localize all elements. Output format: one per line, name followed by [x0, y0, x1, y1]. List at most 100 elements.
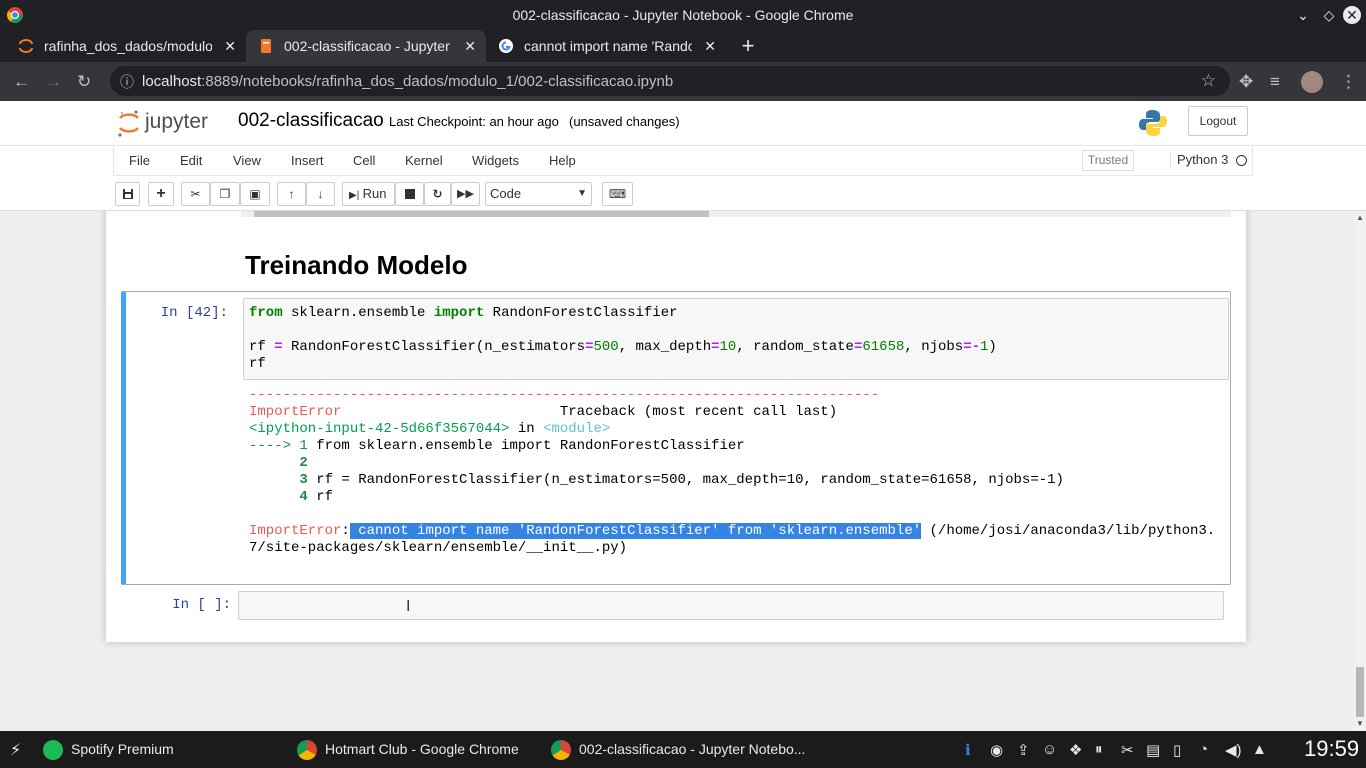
new-tab-button[interactable]: + — [736, 30, 760, 62]
code-input-area[interactable]: I — [238, 591, 1224, 620]
tab-002-classificacao[interactable]: 002-classificacao - Jupyter No ✕ — [246, 30, 486, 62]
copy-icon: ❐ — [219, 187, 231, 201]
jupyter-logo[interactable]: jupyter — [117, 107, 227, 139]
scrollbar-thumb[interactable] — [254, 211, 709, 217]
trusted-indicator[interactable]: Trusted — [1082, 150, 1134, 171]
error-message-line-2: 7/site-packages/sklearn/ensemble/__init_… — [249, 540, 628, 556]
back-icon[interactable]: ← — [13, 72, 30, 92]
logout-button[interactable]: Logout — [1188, 106, 1248, 136]
taskbar-item-jupyter[interactable]: 002-classificacao - Jupyter Notebo... — [551, 731, 806, 768]
clock[interactable]: 19:59 — [1304, 736, 1359, 762]
menu-edit[interactable]: Edit — [180, 153, 202, 168]
paste-button[interactable]: ▣ — [240, 182, 270, 206]
cell-type-select[interactable]: Code ▼ — [485, 182, 592, 206]
chrome-menu-icon[interactable]: ⋮ — [1340, 72, 1357, 92]
code-cell-empty[interactable]: In [ ]: I — [126, 587, 1236, 627]
pause-tray-icon[interactable]: ⏸ — [1095, 741, 1103, 758]
traceback-header: ImportError Traceback (most recent call … — [249, 404, 838, 420]
plus-icon: + — [156, 185, 166, 202]
taskbar-item-hotmart[interactable]: Hotmart Club - Google Chrome — [297, 731, 537, 768]
jupyter-header: jupyter 002-classificacao Last Checkpoin… — [0, 101, 1366, 146]
code-input-area[interactable]: from sklearn.ensemble import RandonFores… — [243, 298, 1229, 380]
wifi-tray-icon[interactable]: ◔ — [1199, 741, 1208, 758]
move-up-button[interactable]: ↑ — [277, 182, 306, 206]
move-down-button[interactable]: ↓ — [306, 182, 335, 206]
selected-error-text[interactable]: cannot import name 'RandonForestClassifi… — [349, 523, 922, 539]
restart-button[interactable]: ↻ — [424, 182, 451, 206]
run-label: Run — [362, 186, 387, 201]
copy-button[interactable]: ❐ — [210, 182, 240, 206]
media-control-icon[interactable]: ≡ — [1270, 72, 1280, 92]
app-launcher-icon[interactable]: ⚡ — [10, 740, 21, 760]
update-tray-icon[interactable]: ⇪ — [1017, 741, 1030, 759]
code-line-1: from sklearn.ensemble import RandonFores… — [249, 305, 678, 321]
notebook-name[interactable]: 002-classificacao — [238, 110, 384, 132]
volume-tray-icon[interactable]: ◀) — [1225, 741, 1242, 759]
site-info-icon[interactable]: ⓘ — [120, 72, 134, 92]
markdown-heading: Treinando Modelo — [245, 250, 468, 280]
menu-widgets[interactable]: Widgets — [472, 153, 519, 168]
window-title: 002-classificacao - Jupyter Notebook - G… — [512, 7, 854, 23]
battery-tray-icon[interactable]: ▯ — [1173, 741, 1181, 759]
restart-run-all-button[interactable]: ▶▶ — [451, 182, 480, 206]
menu-insert[interactable]: Insert — [291, 153, 324, 168]
traceback-line-4: 4 rf — [249, 489, 334, 505]
forward-icon[interactable]: → — [45, 72, 62, 92]
traceback-separator: ----------------------------------------… — [249, 387, 880, 403]
menu-kernel[interactable]: Kernel — [405, 153, 443, 168]
input-prompt: In [42]: — [160, 305, 228, 321]
discord-tray-icon[interactable]: ☺ — [1042, 741, 1057, 758]
taskbar-item-spotify[interactable]: Spotify Premium — [43, 731, 243, 768]
traceback-line-1: ----> 1 from sklearn.ensemble import Ran… — [249, 438, 745, 454]
menu-help[interactable]: Help — [549, 153, 576, 168]
menubar: File Edit View Insert Cell Kernel Widget… — [0, 146, 1366, 176]
address-url: localhost:8889/notebooks/rafinha_dos_dad… — [142, 73, 674, 90]
paste-icon: ▣ — [249, 187, 261, 201]
tray-expand-icon[interactable]: ▲ — [1252, 741, 1267, 758]
save-button[interactable] — [115, 182, 140, 206]
close-window-button[interactable]: ✕ — [1343, 6, 1361, 24]
scroll-down-icon[interactable]: ▼ — [1356, 719, 1364, 728]
dropbox-tray-icon[interactable]: ❖ — [1069, 741, 1082, 759]
run-button[interactable]: ▶| Run — [342, 182, 395, 206]
step-forward-icon: ▶| — [349, 190, 360, 201]
output-horizontal-scrollbar[interactable] — [241, 211, 1231, 217]
minimize-button[interactable]: ⌄ — [1294, 6, 1312, 24]
close-tab-icon[interactable]: ✕ — [464, 30, 476, 62]
interrupt-button[interactable] — [395, 182, 424, 206]
jupyter-logo-text: jupyter — [144, 110, 208, 133]
page-vertical-scrollbar[interactable]: ▲ ▼ — [1354, 211, 1366, 731]
maximize-button[interactable]: ◇ — [1320, 6, 1338, 24]
chrome-icon — [551, 740, 571, 760]
profile-avatar[interactable] — [1301, 71, 1323, 93]
text-cursor-icon: I — [406, 598, 411, 615]
extensions-icon[interactable]: ✥ — [1239, 72, 1253, 92]
info-tray-icon[interactable]: ℹ — [965, 741, 971, 759]
scroll-up-icon[interactable]: ▲ — [1356, 213, 1364, 222]
arrow-up-icon: ↑ — [288, 187, 295, 201]
scrollbar-thumb[interactable] — [1356, 667, 1364, 717]
code-cell-selected[interactable]: In [42]: from sklearn.ensemble import Ra… — [121, 291, 1231, 585]
arrow-down-icon: ↓ — [317, 187, 324, 201]
address-bar[interactable]: ⓘ localhost:8889/notebooks/rafinha_dos_d… — [110, 66, 1230, 96]
insert-cell-button[interactable]: + — [148, 182, 174, 206]
menu-view[interactable]: View — [233, 153, 261, 168]
close-tab-icon[interactable]: ✕ — [704, 30, 716, 62]
google-favicon — [499, 39, 513, 53]
reload-icon[interactable]: ↻ — [77, 72, 91, 92]
cut-button[interactable]: ✂ — [181, 182, 210, 206]
tab-cannot-import[interactable]: cannot import name 'Randon ✕ — [486, 30, 726, 62]
command-palette-button[interactable]: ⌨ — [602, 182, 633, 206]
scissors-tray-icon[interactable]: ✂ — [1121, 741, 1134, 759]
kernel-name: Python 3 — [1170, 152, 1228, 167]
python-logo-icon — [1139, 110, 1167, 136]
chrome-tray-icon[interactable]: ◉ — [990, 741, 1003, 759]
menu-cell[interactable]: Cell — [353, 153, 375, 168]
clipboard-tray-icon[interactable]: ▤ — [1146, 741, 1160, 759]
kernel-idle-icon — [1236, 155, 1247, 166]
menu-file[interactable]: File — [129, 153, 150, 168]
bookmark-star-icon[interactable]: ☆ — [1201, 71, 1216, 91]
close-tab-icon[interactable]: ✕ — [224, 30, 236, 62]
tab-rafinha-dos-dados[interactable]: rafinha_dos_dados/modulo_ ✕ — [6, 30, 246, 62]
